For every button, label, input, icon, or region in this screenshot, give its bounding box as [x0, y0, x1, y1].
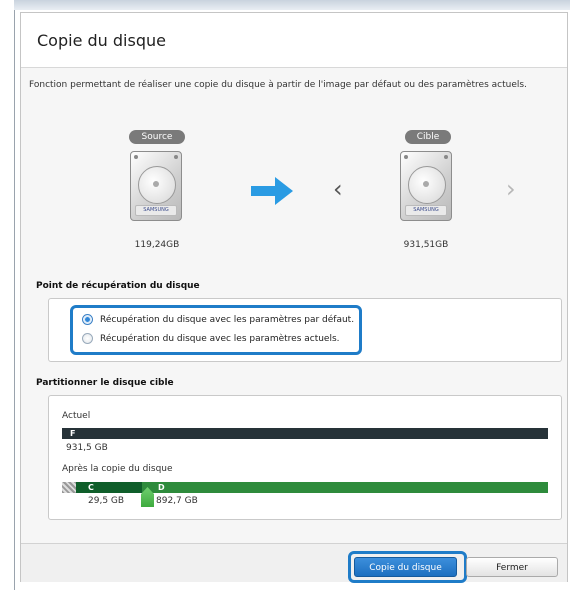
partition-d-letter: D — [158, 483, 165, 492]
source-disk-brand: SAMSUNG — [135, 205, 177, 216]
source-size: 119,24GB — [134, 240, 180, 250]
unallocated-segment — [62, 482, 76, 493]
previous-disk-chevron-icon[interactable]: ‹ — [333, 177, 343, 201]
partition-c-segment: C — [76, 482, 142, 493]
dialog-title: Copie du disque — [37, 31, 166, 50]
current-partition-letter: F — [70, 429, 76, 438]
radio-selected-icon[interactable] — [82, 314, 93, 325]
target-size: 931,51GB — [403, 240, 449, 250]
recovery-option-default[interactable]: Récupération du disque avec les paramètr… — [82, 314, 354, 325]
dialog-description: Fonction permettant de réaliser une copi… — [29, 80, 527, 90]
current-partition-size: 931,5 GB — [66, 443, 108, 453]
next-disk-chevron-icon[interactable]: › — [506, 177, 516, 201]
target-disk-brand: SAMSUNG — [405, 205, 447, 216]
partition-heading: Partitionner le disque cible — [36, 378, 174, 388]
current-partition-bar: F — [62, 428, 548, 439]
source-disk-icon: SAMSUNG — [130, 151, 182, 221]
dialog-header: Copie du disque — [21, 13, 567, 68]
partition-d-segment: D — [142, 482, 548, 493]
source-label: Source — [129, 130, 185, 144]
recovery-option-current[interactable]: Récupération du disque avec les paramètr… — [82, 333, 340, 344]
close-button[interactable]: Fermer — [466, 557, 558, 577]
after-copy-partition-bar: C D — [62, 482, 548, 493]
current-layout-label: Actuel — [62, 411, 91, 421]
parent-window-titlebar — [14, 0, 570, 10]
radio-unselected-icon[interactable] — [82, 333, 93, 344]
recovery-option-default-label: Récupération du disque avec les paramètr… — [100, 314, 355, 325]
copy-disk-button[interactable]: Copie du disque — [354, 557, 457, 577]
arrow-right-icon — [251, 177, 293, 205]
partition-d-size: 892,7 GB — [156, 496, 198, 506]
after-copy-label: Après la copie du disque — [62, 464, 173, 474]
partition-panel — [48, 395, 562, 520]
target-label: Cible — [405, 130, 451, 144]
partition-c-size: 29,5 GB — [88, 496, 125, 506]
recovery-options-highlight — [70, 305, 362, 355]
target-disk-icon: SAMSUNG — [400, 151, 452, 221]
recovery-option-current-label: Récupération du disque avec les paramètr… — [100, 333, 340, 344]
recovery-heading: Point de récupération du disque — [36, 281, 200, 291]
partition-c-letter: C — [88, 483, 94, 492]
parent-window-edge — [14, 0, 15, 590]
